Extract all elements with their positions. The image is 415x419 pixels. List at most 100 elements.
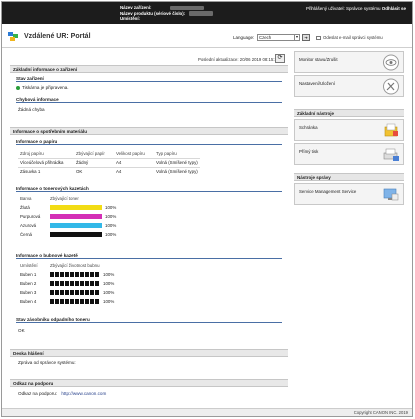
paper-remaining-cell: Žádný xyxy=(74,157,114,167)
drum-level-segment xyxy=(55,299,59,305)
support-row: Odkaz na podporu: http://www.canon.com xyxy=(18,391,106,396)
drum-level-bar xyxy=(50,281,100,287)
drum-level-segment xyxy=(90,281,94,287)
drum-level-segment xyxy=(75,299,79,305)
drum-level-segment xyxy=(60,272,64,278)
drum-level-text: 100% xyxy=(103,271,115,277)
drum-level-segment xyxy=(65,281,69,287)
drum-level-segment xyxy=(95,299,99,305)
monitor-status-label: Monitor stavu/Zrušit xyxy=(299,57,338,62)
drum-level-segment xyxy=(95,290,99,296)
language-select[interactable]: Czech ▼ xyxy=(257,34,300,41)
product-name-value-redacted xyxy=(189,11,214,16)
device-state-title: Stav zařízení xyxy=(16,75,282,82)
drum-level-segment xyxy=(95,281,99,287)
drum-level-segment xyxy=(75,281,79,287)
device-info-bar: Název zařízení: Název produktu (sériové … xyxy=(2,2,412,24)
error-info-title: Chybová informace xyxy=(16,96,282,103)
language-value: Czech xyxy=(259,35,272,40)
error-info-text: Žádná chyba xyxy=(18,107,45,112)
drum-level-segment xyxy=(90,272,94,278)
support-url-link[interactable]: http://www.canon.com xyxy=(61,391,106,396)
drum-level-segment xyxy=(80,290,84,296)
portal-header: Vzdálené UR: Portál Language: Czech ▼ ➔ … xyxy=(2,26,412,48)
mail-admin-link[interactable]: Odeslat e-mail správci systému xyxy=(316,35,383,40)
footer: Copyright CANON INC. 2019 xyxy=(2,408,412,416)
col-drum-location: Umístění xyxy=(20,263,38,268)
col-paper-type: Typ papíru xyxy=(156,150,177,156)
logout-link[interactable]: Odhlásit se xyxy=(382,6,406,11)
toner-level-text: 100% xyxy=(105,213,117,219)
toner-level-bar-magenta xyxy=(50,214,102,220)
paper-info-title: Informace o papíru xyxy=(16,138,282,145)
table-row: Buben 4 100% xyxy=(18,297,116,306)
drum-level-segment xyxy=(90,299,94,305)
consumables-header: Informace o spotřebním materiálu xyxy=(10,127,288,135)
toner-level-text: 100% xyxy=(105,222,117,228)
last-updated-text: Poslední aktualizace: 20/06 2019 08:15:2… xyxy=(198,57,280,62)
page-title: Vzdálené UR: Portál xyxy=(24,33,91,40)
direct-print-label: Přímý tisk xyxy=(299,149,319,154)
table-row: Žlutá 100% xyxy=(18,203,118,212)
drum-level-segment xyxy=(85,290,89,296)
toner-level-bar-black xyxy=(50,232,102,238)
drum-level-segment xyxy=(50,281,54,287)
drum-level-text: 100% xyxy=(103,289,115,295)
drum-level-segment xyxy=(80,272,84,278)
mailbox-button[interactable]: Schránka xyxy=(294,119,404,141)
toner-name: Černá xyxy=(20,232,32,237)
device-state-row: Tiskárna je připravena. xyxy=(16,85,69,90)
status-ok-icon xyxy=(16,85,20,90)
col-paper-source: Zdroj papíru xyxy=(20,150,44,156)
monitor-status-button[interactable]: Monitor stavu/Zrušit xyxy=(294,51,404,73)
refresh-button[interactable]: ⟳ xyxy=(275,54,285,63)
drum-level-segment xyxy=(55,281,59,287)
drum-level-segment xyxy=(95,272,99,278)
service-management-button[interactable]: Service Management Service xyxy=(294,183,404,205)
drum-level-text: 100% xyxy=(103,280,115,286)
toner-level-text: 100% xyxy=(105,231,117,237)
drum-name: Buben 2 xyxy=(20,281,37,286)
copyright-text: Copyright CANON INC. 2019 xyxy=(353,410,408,415)
settings-registration-button[interactable]: Nastavení/Uložení xyxy=(294,75,404,97)
support-header: Odkaz na podporu xyxy=(10,379,288,387)
drum-level-text: 100% xyxy=(103,298,115,304)
paper-type-cell: Volná (Smíšené typy) xyxy=(154,166,200,176)
paper-size-cell: A4 xyxy=(114,166,154,176)
drum-level-segment xyxy=(60,290,64,296)
toner-level-text: 100% xyxy=(105,204,117,210)
col-paper-remaining: Zbývající papír xyxy=(76,150,105,156)
drum-level-segment xyxy=(60,281,64,287)
drum-level-segment xyxy=(75,290,79,296)
portal-logo-icon xyxy=(8,32,19,42)
paper-source-cell: Zásuvka 1 xyxy=(18,166,74,176)
drum-level-segment xyxy=(80,281,84,287)
col-paper-size: Velikost papíru xyxy=(116,150,145,156)
mail-icon xyxy=(316,35,321,40)
table-row: Zásuvka 1 OK A4 Volná (Smíšené typy) xyxy=(18,166,200,176)
direct-print-button[interactable]: Přímý tisk xyxy=(294,143,404,165)
toner-name: Azurová xyxy=(20,223,37,228)
drum-level-segment xyxy=(70,299,74,305)
drum-level-segment xyxy=(50,290,54,296)
toner-name: Žlutá xyxy=(20,205,30,210)
language-apply-button[interactable]: ➔ xyxy=(302,34,310,41)
table-row: Buben 1 100% xyxy=(18,270,116,279)
col-toner-remaining: Zbývající toner xyxy=(50,196,79,201)
drum-name: Buben 1 xyxy=(20,272,37,277)
mailbox-label: Schránka xyxy=(299,125,318,130)
drum-table: Umístění Zbývající životnost bubnu Buben… xyxy=(18,261,116,306)
drum-level-segment xyxy=(50,299,54,305)
language-label: Language: xyxy=(233,35,255,40)
drum-level-segment xyxy=(50,272,54,278)
drum-level-segment xyxy=(85,272,89,278)
drum-level-segment xyxy=(60,299,64,305)
drum-level-bar xyxy=(50,272,100,278)
table-row: Purpurová 100% xyxy=(18,212,118,221)
toner-table-header: Barva Zbývající toner xyxy=(18,194,118,203)
drum-level-segment xyxy=(70,272,74,278)
drum-level-segment xyxy=(70,290,74,296)
refresh-icon: ⟳ xyxy=(277,55,283,61)
paper-type-cell: Volná (Smíšené typy) xyxy=(154,157,200,167)
device-state-text: Tiskárna je připravena. xyxy=(22,85,69,90)
